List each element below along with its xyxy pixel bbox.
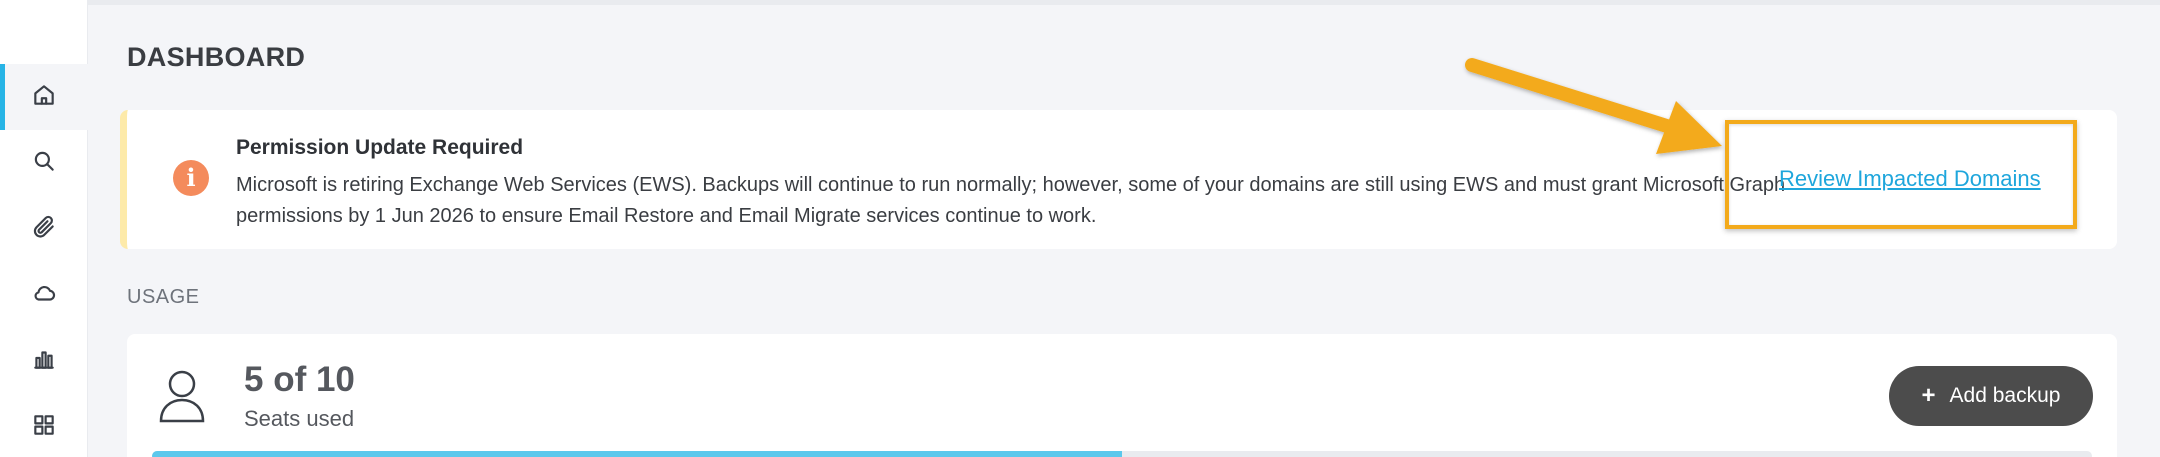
alert-message: Microsoft is retiring Exchange Web Servi… xyxy=(236,174,1786,227)
user-icon xyxy=(157,366,207,426)
paperclip-icon xyxy=(31,214,57,245)
alert-title: Permission Update Required xyxy=(236,136,524,159)
sidebar-item-search[interactable] xyxy=(0,130,88,196)
usage-card: 5 of 10 Seats used + Add backup xyxy=(127,334,2117,457)
grid-icon xyxy=(31,412,57,443)
sidebar-item-attachments[interactable] xyxy=(0,196,88,262)
usage-section-label: USAGE xyxy=(127,286,200,308)
top-border xyxy=(88,0,2160,5)
pointer-arrow-icon xyxy=(1465,58,1722,154)
plus-icon: + xyxy=(1921,382,1936,409)
home-icon xyxy=(31,82,57,113)
page-title: DASHBOARD xyxy=(127,42,306,72)
app: DASHBOARD i Permission Update Required M… xyxy=(0,0,2160,457)
cloud-icon xyxy=(31,280,57,311)
sidebar-item-home[interactable] xyxy=(0,64,88,130)
link-highlight-box xyxy=(1725,120,2077,229)
info-icon: i xyxy=(173,160,209,196)
seats-progress-fill xyxy=(152,451,1122,457)
sidebar xyxy=(0,0,88,457)
search-icon xyxy=(31,148,57,179)
seats-count: 5 of 10 xyxy=(244,360,355,399)
add-backup-button[interactable]: + Add backup xyxy=(1889,366,2093,426)
sidebar-item-reports[interactable] xyxy=(0,328,88,394)
bar-chart-icon xyxy=(31,346,57,377)
sidebar-item-cloud[interactable] xyxy=(0,262,88,328)
add-backup-label: Add backup xyxy=(1949,384,2061,407)
seats-label: Seats used xyxy=(244,406,355,431)
seats-progress-bar xyxy=(152,451,2092,457)
sidebar-item-apps[interactable] xyxy=(0,394,88,457)
info-icon-glyph: i xyxy=(186,163,196,192)
